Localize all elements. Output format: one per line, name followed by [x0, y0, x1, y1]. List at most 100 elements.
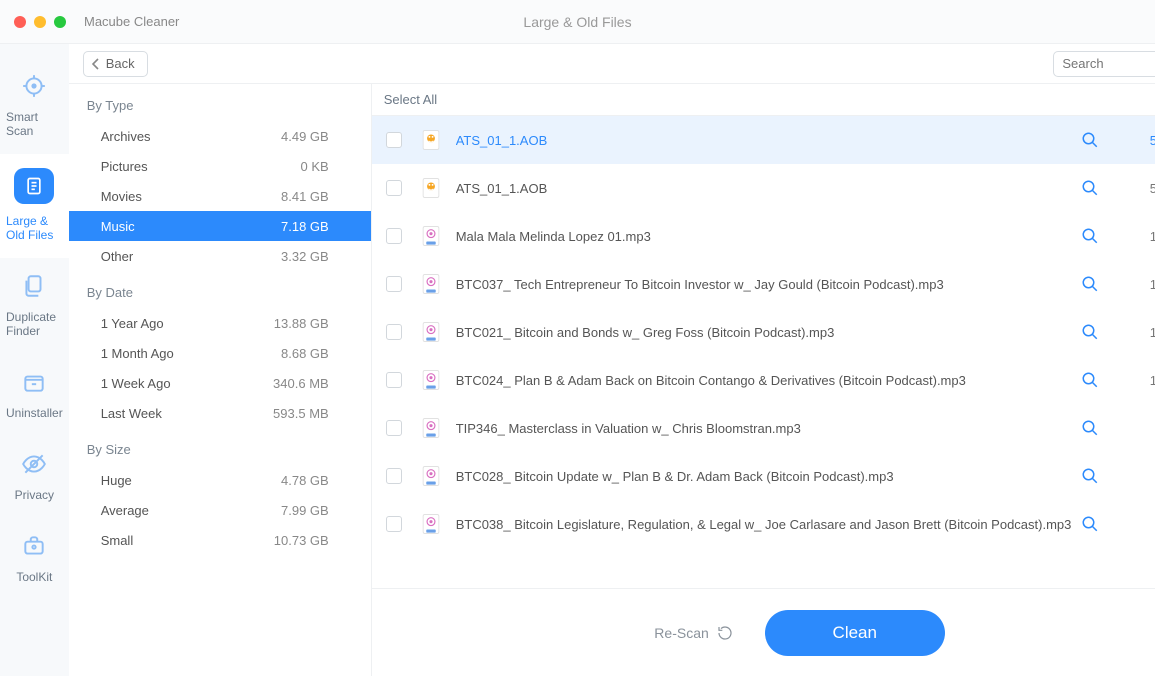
- preview-button[interactable]: [1081, 467, 1099, 485]
- file-row[interactable]: BTC037_ Tech Entrepreneur To Bitcoin Inv…: [372, 260, 1155, 308]
- filter-row[interactable]: 1 Year Ago13.88 GB: [69, 308, 371, 338]
- filter-panel: By Type Archives4.49 GBPictures0 KBMovie…: [69, 84, 372, 676]
- filter-row[interactable]: Last Week593.5 MB: [69, 398, 371, 428]
- page-title: Large & Old Files: [523, 14, 631, 30]
- file-type-icon: [420, 129, 442, 151]
- preview-button[interactable]: [1081, 371, 1099, 389]
- magnifier-icon: [1081, 275, 1099, 293]
- preview-button[interactable]: [1081, 515, 1099, 533]
- file-size: 92.6 MB: [1125, 421, 1155, 436]
- filter-group-header: By Size: [69, 428, 371, 465]
- sidebar-item-toolkit[interactable]: ToolKit: [0, 518, 69, 600]
- filter-row[interactable]: Music7.18 GB: [69, 211, 371, 241]
- filter-row[interactable]: Other3.32 GB: [69, 241, 371, 271]
- checkbox[interactable]: [386, 468, 402, 484]
- box-icon: [20, 368, 48, 396]
- checkbox[interactable]: [386, 276, 402, 292]
- checkbox[interactable]: [386, 228, 402, 244]
- back-button[interactable]: Back: [83, 51, 148, 77]
- file-row[interactable]: BTC024_ Plan B & Adam Back on Bitcoin Co…: [372, 356, 1155, 404]
- filter-row[interactable]: Huge 4.78 GB: [69, 465, 371, 495]
- sidebar-item-label: ToolKit: [16, 570, 52, 584]
- file-type-icon: [420, 513, 442, 535]
- file-row[interactable]: BTC038_ Bitcoin Legislature, Regulation,…: [372, 500, 1155, 548]
- maximize-window-button[interactable]: [54, 16, 66, 28]
- file-row[interactable]: Mala Mala Melinda Lopez 01.mp3148.7 MB: [372, 212, 1155, 260]
- checkbox[interactable]: [386, 180, 402, 196]
- preview-button[interactable]: [1081, 275, 1099, 293]
- file-icon: [14, 168, 54, 204]
- filter-row[interactable]: Movies8.41 GB: [69, 181, 371, 211]
- file-name: BTC028_ Bitcoin Update w_ Plan B & Dr. A…: [456, 469, 1082, 484]
- sidebar-item-privacy[interactable]: Privacy: [0, 436, 69, 518]
- filter-value: 0 KB: [301, 159, 329, 174]
- magnifier-icon: [1081, 323, 1099, 341]
- file-size: 91.2 MB: [1125, 469, 1155, 484]
- checkbox[interactable]: [386, 372, 402, 388]
- file-size: 89.9 MB: [1125, 517, 1155, 532]
- clean-button[interactable]: Clean: [765, 610, 945, 656]
- close-window-button[interactable]: [14, 16, 26, 28]
- sidebar-item-uninstaller[interactable]: Uninstaller: [0, 354, 69, 436]
- file-name: Mala Mala Melinda Lopez 01.mp3: [456, 229, 1082, 244]
- preview-button[interactable]: [1081, 131, 1099, 149]
- file-type-icon: [420, 321, 442, 343]
- filter-label: Huge: [101, 473, 132, 488]
- preview-button[interactable]: [1081, 419, 1099, 437]
- filter-group-header: By Date: [69, 271, 371, 308]
- sidebar-item-large-old-files[interactable]: Large & Old Files: [0, 154, 69, 258]
- checkbox[interactable]: [386, 132, 402, 148]
- preview-button[interactable]: [1081, 323, 1099, 341]
- file-row[interactable]: ATS_01_1.AOB506.7 MB: [372, 116, 1155, 164]
- filter-row[interactable]: Average7.99 GB: [69, 495, 371, 525]
- preview-button[interactable]: [1081, 179, 1099, 197]
- filter-value: 593.5 MB: [273, 406, 329, 421]
- file-size: 102.4 MB: [1125, 373, 1155, 388]
- checkbox[interactable]: [386, 420, 402, 436]
- rescan-button[interactable]: Re-Scan: [654, 625, 732, 641]
- checkbox[interactable]: [386, 324, 402, 340]
- file-name: BTC037_ Tech Entrepreneur To Bitcoin Inv…: [456, 277, 1082, 292]
- filter-row[interactable]: Pictures 0 KB: [69, 151, 371, 181]
- file-name: ATS_01_1.AOB: [456, 181, 1082, 196]
- chevron-left-icon: [92, 58, 100, 70]
- file-size: 104.7 MB: [1125, 277, 1155, 292]
- window-controls: [14, 16, 66, 28]
- filter-label: Movies: [101, 189, 142, 204]
- search-box[interactable]: [1053, 51, 1155, 77]
- filter-label: Music: [101, 219, 135, 234]
- filter-label: Pictures: [101, 159, 148, 174]
- back-label: Back: [106, 56, 135, 71]
- filter-row[interactable]: 1 Week Ago340.6 MB: [69, 368, 371, 398]
- refresh-icon: [717, 625, 733, 641]
- minimize-window-button[interactable]: [34, 16, 46, 28]
- file-row[interactable]: ATS_01_1.AOB506.7 MB: [372, 164, 1155, 212]
- filter-row[interactable]: 1 Month Ago8.68 GB: [69, 338, 371, 368]
- magnifier-icon: [1081, 179, 1099, 197]
- filter-row[interactable]: Small10.73 GB: [69, 525, 371, 555]
- filter-value: 8.68 GB: [281, 346, 329, 361]
- filter-label: 1 Week Ago: [101, 376, 171, 391]
- filter-label: Small: [101, 533, 134, 548]
- filter-row[interactable]: Archives4.49 GB: [69, 121, 371, 151]
- file-type-icon: [420, 273, 442, 295]
- file-name: BTC021_ Bitcoin and Bonds w_ Greg Foss (…: [456, 325, 1082, 340]
- preview-button[interactable]: [1081, 227, 1099, 245]
- file-row[interactable]: BTC028_ Bitcoin Update w_ Plan B & Dr. A…: [372, 452, 1155, 500]
- file-size: 506.7 MB: [1125, 133, 1155, 148]
- filter-value: 4.78 GB: [281, 473, 329, 488]
- sidebar-item-label: Smart Scan: [6, 110, 63, 138]
- toolbox-icon: [20, 532, 48, 560]
- file-list[interactable]: ATS_01_1.AOB506.7 MBATS_01_1.AOB506.7 MB…: [372, 116, 1155, 588]
- file-row[interactable]: TIP346_ Masterclass in Valuation w_ Chri…: [372, 404, 1155, 452]
- file-size: 104.2 MB: [1125, 325, 1155, 340]
- search-input[interactable]: [1062, 56, 1155, 71]
- magnifier-icon: [1081, 467, 1099, 485]
- sidebar-item-duplicate-finder[interactable]: Duplicate Finder: [0, 258, 69, 354]
- duplicate-icon: [20, 272, 48, 300]
- select-all-button[interactable]: Select All: [384, 92, 437, 107]
- checkbox[interactable]: [386, 516, 402, 532]
- sidebar-item-label: Uninstaller: [6, 406, 63, 420]
- file-row[interactable]: BTC021_ Bitcoin and Bonds w_ Greg Foss (…: [372, 308, 1155, 356]
- sidebar-item-smart-scan[interactable]: Smart Scan: [0, 58, 69, 154]
